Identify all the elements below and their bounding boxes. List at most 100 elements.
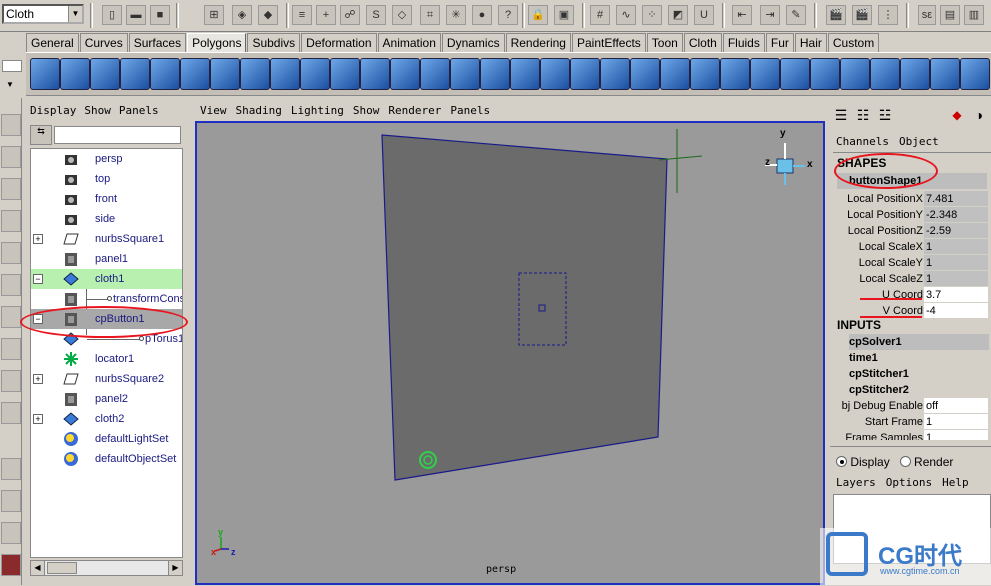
shelf-tab-rendering[interactable]: Rendering [505,33,571,52]
shelf-tab-polygons[interactable]: Polygons [187,33,247,52]
layer-menu-layers[interactable]: Layers [836,476,876,489]
input-node-cpsolver1[interactable]: cpSolver1 [849,334,989,350]
polygon-tool-icon[interactable] [390,58,420,90]
shelf-tab-cloth[interactable]: Cloth [683,33,722,52]
outliner-item-nurbssquare1[interactable]: + nurbsSquare1 [31,229,182,249]
display-mode-icon[interactable]: ◑ [970,106,988,124]
shelf-tab-painteffects[interactable]: PaintEffects [571,33,646,52]
shelf-tab-toon[interactable]: Toon [646,33,683,52]
channel-attr-row[interactable]: Local ScaleX 1 [833,239,991,255]
channel-attr-value[interactable]: 3.7 [924,287,988,302]
scroll-thumb[interactable] [47,562,77,574]
outliner-item-nurbssquare2[interactable]: + nurbsSquare2 [31,369,182,389]
view-cube-icon[interactable] [765,143,805,185]
outliner-item-defaultobjectset[interactable]: defaultObjectSet [31,449,182,469]
outliner-item-defaultlightset[interactable]: defaultLightSet [31,429,182,449]
handle-icon[interactable]: + [316,5,336,25]
scale-tool-icon[interactable] [1,274,21,296]
shelf-tab-dynamics[interactable]: Dynamics [441,33,505,52]
polygon-tool-icon[interactable] [240,58,270,90]
polygon-tool-icon[interactable] [360,58,390,90]
paint-select-tool-icon[interactable] [1,178,21,200]
channel-attr-row[interactable]: Local ScaleZ 1 [833,271,991,287]
cloth-panel-mesh[interactable] [381,134,668,481]
viewport-menu-panels[interactable]: Panels [450,104,490,117]
shelf-tab-deformation[interactable]: Deformation [301,33,377,52]
shelf-tab-subdivs[interactable]: Subdivs [247,33,301,52]
input-node-cpstitcher2[interactable]: cpStitcher2 [849,382,989,398]
polygon-tool-icon[interactable] [780,58,810,90]
channel-menu-channels[interactable]: Channels [836,135,889,148]
snap-view-icon[interactable]: ◩ [668,5,688,25]
shelf-tab-fluids[interactable]: Fluids [722,33,765,52]
select-tool-icon[interactable] [1,114,21,136]
channel-attr-value[interactable]: 1 [924,255,988,270]
chevron-down-icon[interactable]: ▼ [68,6,82,22]
channel-attr-row[interactable]: Local ScaleY 1 [833,255,991,271]
polygon-tool-icon[interactable] [540,58,570,90]
manipulator-tool-icon[interactable] [1,306,21,328]
shelf-tab-curves[interactable]: Curves [79,33,128,52]
layer-editor-icon[interactable]: ☷ [854,106,872,124]
surface-icon[interactable]: ◇ [392,5,412,25]
save-scene-icon[interactable]: ■ [150,5,170,25]
snap-grid-icon[interactable]: # [590,5,610,25]
rotate-tool-icon[interactable] [1,242,21,264]
filter-icon[interactable]: ⇆ [30,125,52,145]
input-history-icon[interactable]: ⇤ [732,5,752,25]
channel-attr-value[interactable]: 7.481 [924,191,988,206]
polygon-tool-icon[interactable] [210,58,240,90]
polygon-tool-icon[interactable] [690,58,720,90]
outliner-hscrollbar[interactable]: ◀ ▶ [30,560,183,576]
shelf-tab-fur[interactable]: Fur [765,33,794,52]
sel-icon[interactable]: sε [918,5,936,25]
shelf-tab-surfaces[interactable]: Surfaces [128,33,187,52]
shelf-tab-custom[interactable]: Custom [827,33,880,52]
select-component-icon[interactable]: ◆ [258,5,278,25]
lasso-tool-icon[interactable] [1,146,21,168]
polygon-tool-icon[interactable] [630,58,660,90]
polygon-tool-icon[interactable] [960,58,990,90]
input-attr-row[interactable]: Start Frame 1 [833,414,991,430]
polygon-tool-icon[interactable] [810,58,840,90]
polygon-tool-icon[interactable] [300,58,330,90]
shelf-options-icon[interactable]: ▼ [6,80,14,89]
menu-set-dropdown[interactable]: Cloth ▼ [2,4,84,24]
scroll-right-icon[interactable]: ▶ [168,561,182,575]
open-scene-icon[interactable]: ▬ [126,5,146,25]
manipulator-icon[interactable]: ◆ [948,106,966,124]
single-view-layout-icon[interactable] [1,458,21,480]
display-radio[interactable]: Display [836,455,890,469]
polygon-tool-icon[interactable] [840,58,870,90]
input-attr-value[interactable]: 1 [924,430,988,440]
outliner-item-locator1[interactable]: locator1 [31,349,182,369]
scroll-left-icon[interactable]: ◀ [31,561,45,575]
outliner-item-side[interactable]: side [31,209,182,229]
channel-box-icon[interactable]: ☰ [832,106,850,124]
polygon-tool-icon[interactable] [150,58,180,90]
viewport-menu-shading[interactable]: Shading [236,104,282,117]
attribute-list-icon[interactable]: ☳ [876,106,894,124]
polygon-tool-icon[interactable] [750,58,780,90]
viewport-menu-show[interactable]: Show [353,104,380,117]
show-manipulator-icon[interactable] [1,370,21,392]
move-tool-icon[interactable] [1,210,21,232]
channel-attr-row[interactable]: Local PositionZ -2.59 [833,223,991,239]
polygon-tool-icon[interactable] [600,58,630,90]
outliner-layout-icon[interactable] [1,522,21,544]
attribute-editor-icon[interactable]: ▤ [940,5,960,25]
polygon-tool-icon[interactable] [900,58,930,90]
outliner-item-top[interactable]: top [31,169,182,189]
viewport-menu-lighting[interactable]: Lighting [291,104,344,117]
mask-dropdown-icon[interactable]: ≡ [292,5,312,25]
polygon-tool-icon[interactable] [60,58,90,90]
outliner-item-panel2[interactable]: panel2 [31,389,182,409]
shelf-tab-animation[interactable]: Animation [377,33,441,52]
polygon-tool-icon[interactable] [330,58,360,90]
polygon-tool-icon[interactable] [510,58,540,90]
polygon-tool-icon[interactable] [270,58,300,90]
curve-icon[interactable]: S [366,5,386,25]
channel-menu-object[interactable]: Object [899,135,939,148]
channel-attr-value[interactable]: -2.59 [924,223,988,238]
expand-toggle-icon[interactable]: + [33,414,43,424]
